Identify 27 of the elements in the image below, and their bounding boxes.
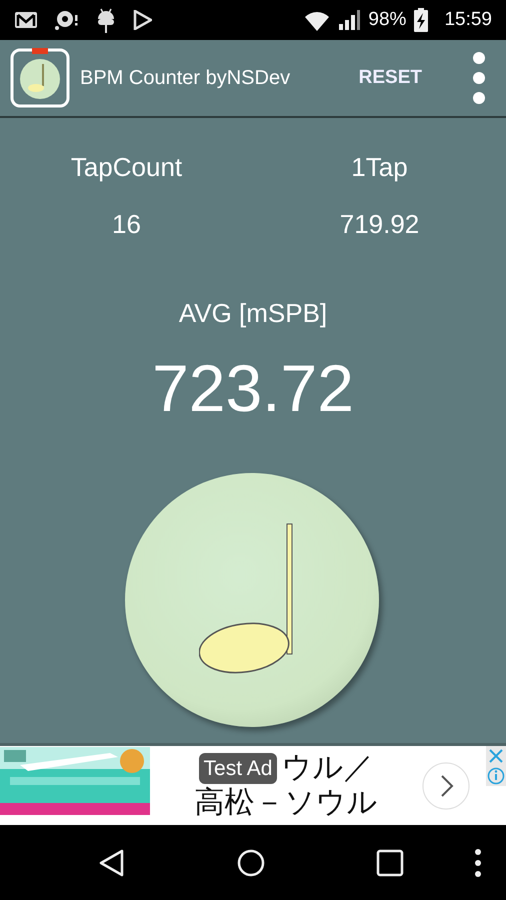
wifi-icon	[304, 9, 330, 31]
average-label: AVG [mSPB]	[178, 297, 328, 330]
back-icon[interactable]	[98, 848, 126, 878]
stat-label: 1Tap	[351, 151, 408, 184]
battery-charging-icon	[414, 8, 428, 32]
overflow-menu-icon[interactable]	[474, 848, 482, 878]
play-store-icon	[132, 10, 152, 30]
signal-icon	[338, 9, 360, 31]
reset-button[interactable]: RESET	[348, 58, 432, 98]
stat-value: 719.92	[340, 208, 420, 241]
mail-icon	[14, 10, 38, 30]
stat-value: 16	[112, 208, 141, 241]
average-value: 723.72	[152, 355, 354, 421]
ad-headline[interactable]: ウル／	[281, 751, 374, 786]
chevron-right-icon[interactable]	[422, 762, 470, 810]
menu-icon[interactable]	[472, 51, 486, 105]
clock: 15:59	[444, 8, 492, 32]
stat-label: TapCount	[70, 151, 182, 184]
test-ad-badge: Test Ad	[198, 752, 278, 784]
app-logo-icon	[10, 48, 70, 108]
recent-apps-icon[interactable]	[376, 848, 404, 876]
home-icon[interactable]	[236, 848, 266, 878]
battery-percentage: 98%	[368, 8, 406, 32]
android-icon	[96, 7, 116, 33]
app-title: BPM Counter byNSDev	[80, 66, 290, 91]
disc-icon	[54, 9, 80, 31]
ad-headline[interactable]: 高松－ソウル	[194, 786, 378, 820]
